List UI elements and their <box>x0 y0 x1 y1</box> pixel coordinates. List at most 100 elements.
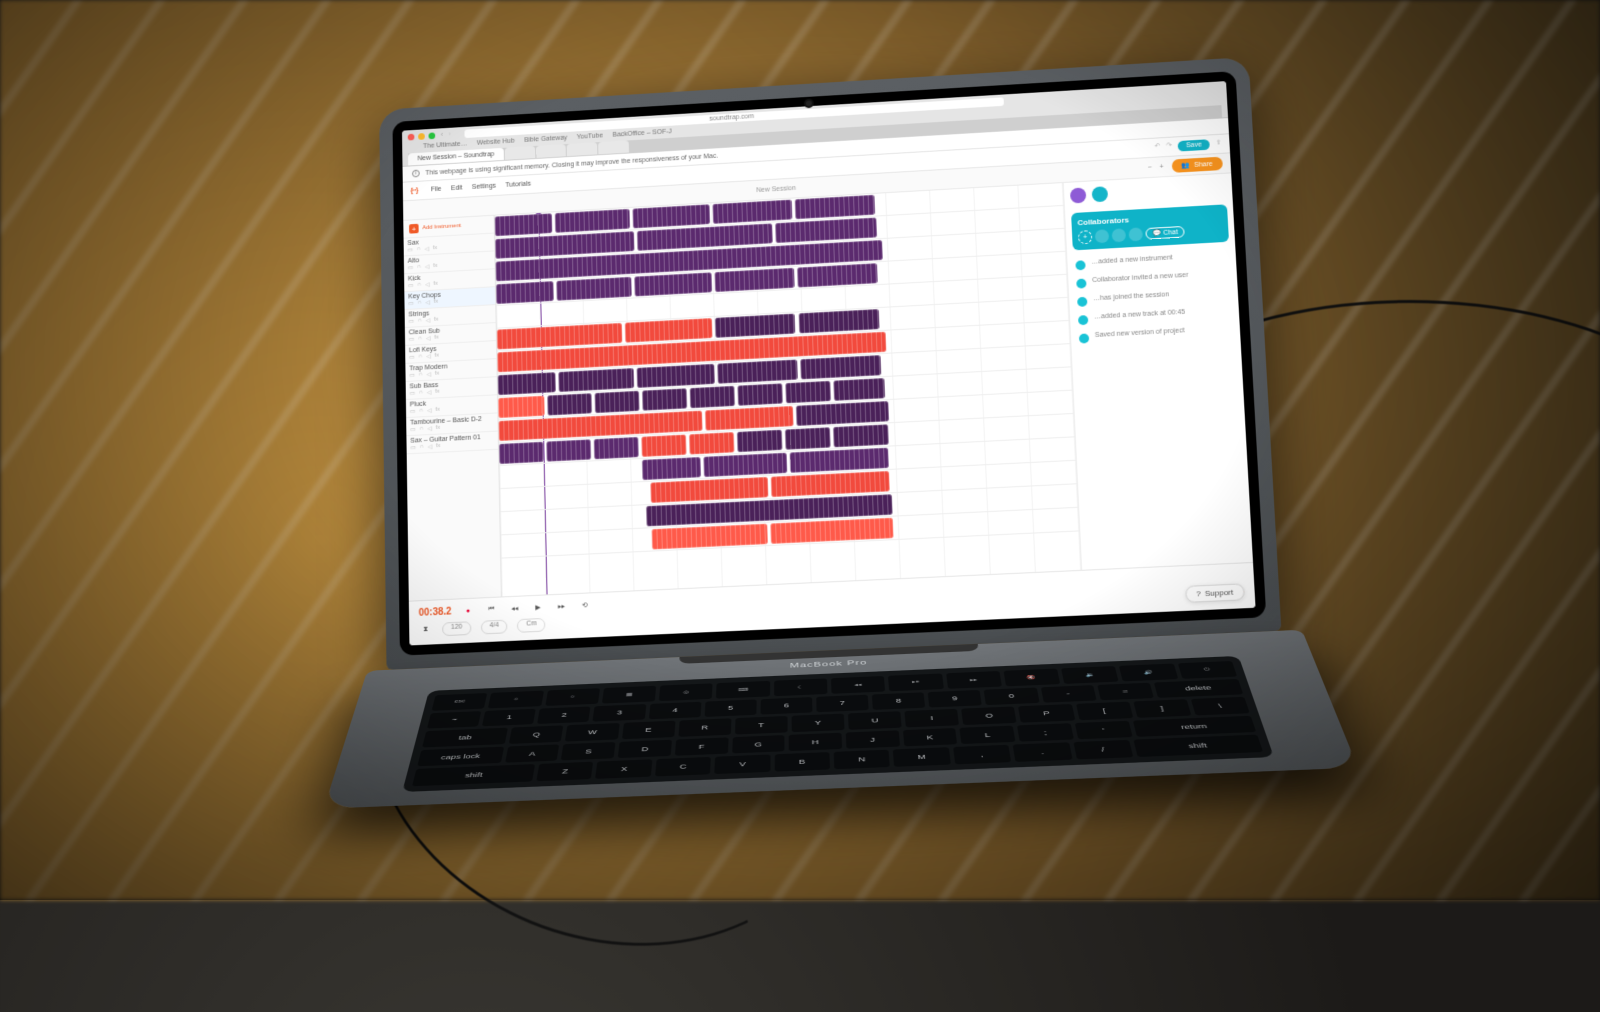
audio-clip[interactable] <box>737 383 783 406</box>
maximize-icon[interactable] <box>428 132 435 139</box>
fx-icon[interactable]: fx <box>434 317 439 324</box>
fx-icon[interactable]: fx <box>434 335 439 342</box>
audio-clip[interactable] <box>717 359 798 383</box>
headphone-icon[interactable]: ∩ <box>418 354 422 361</box>
fx-icon[interactable]: fx <box>433 281 438 288</box>
key-field[interactable]: Cm <box>517 618 545 633</box>
collaborator-avatar[interactable] <box>1095 229 1110 243</box>
volume-icon[interactable]: ◁ <box>428 443 433 450</box>
fx-icon[interactable]: fx <box>436 425 441 432</box>
mute-icon[interactable]: ▭ <box>409 372 415 379</box>
audio-clip[interactable] <box>790 448 889 473</box>
audio-clip[interactable] <box>796 401 889 426</box>
project-title[interactable]: New Session <box>756 185 796 194</box>
nav-fwd-icon[interactable]: › <box>449 131 451 138</box>
volume-icon[interactable]: ◁ <box>426 353 431 360</box>
audio-clip[interactable] <box>556 277 632 301</box>
fx-icon[interactable]: fx <box>434 353 439 360</box>
mute-icon[interactable]: ▭ <box>410 426 416 433</box>
rewind-icon[interactable]: ◂◂ <box>508 601 522 615</box>
headphone-icon[interactable]: ∩ <box>419 408 423 415</box>
export-icon[interactable]: ⇪ <box>1215 139 1221 150</box>
audio-clip[interactable] <box>705 406 794 431</box>
arrange-view[interactable] <box>495 183 1082 596</box>
audio-clip[interactable] <box>495 213 553 236</box>
redo-icon[interactable]: ↷ <box>1166 141 1172 152</box>
fx-icon[interactable]: fx <box>435 407 440 414</box>
audio-clip[interactable] <box>637 364 715 388</box>
mute-icon[interactable]: ▭ <box>409 354 415 361</box>
bookmark-item[interactable]: BackOffice – SOF-J <box>612 128 671 138</box>
fx-icon[interactable]: fx <box>435 389 440 396</box>
volume-icon[interactable]: ◁ <box>426 317 431 324</box>
volume-icon[interactable]: ◁ <box>427 371 432 378</box>
user-avatar[interactable] <box>1070 187 1087 203</box>
audio-clip[interactable] <box>496 281 554 304</box>
audio-clip[interactable] <box>555 209 630 233</box>
loop-icon[interactable]: ⟲ <box>578 598 592 612</box>
audio-clip[interactable] <box>547 393 592 415</box>
audio-clip[interactable] <box>594 437 639 459</box>
audio-clip[interactable] <box>546 439 591 461</box>
audio-clip[interactable] <box>690 386 735 408</box>
volume-icon[interactable]: ◁ <box>427 407 432 414</box>
close-icon[interactable] <box>408 134 415 141</box>
headphone-icon[interactable]: ∩ <box>417 282 421 289</box>
mute-icon[interactable]: ▭ <box>407 247 412 254</box>
audio-clip[interactable] <box>795 195 876 219</box>
undo-icon[interactable]: ↶ <box>1154 142 1160 153</box>
bookmark-item[interactable]: YouTube <box>577 133 603 141</box>
share-button[interactable]: 👥 Share <box>1171 157 1223 173</box>
track-header[interactable]: Sax – Guitar Pattern 01 ▭ ∩ ◁ fx <box>406 432 498 455</box>
fx-icon[interactable]: fx <box>435 371 440 378</box>
mute-icon[interactable]: ▭ <box>410 444 416 451</box>
audio-clip[interactable] <box>715 314 796 338</box>
app-logo[interactable]: {···} <box>410 187 417 194</box>
play-button[interactable]: ▶ <box>531 600 545 614</box>
fx-icon[interactable]: fx <box>436 443 441 450</box>
bpm-field[interactable]: 120 <box>442 621 471 636</box>
volume-icon[interactable]: ◁ <box>426 335 431 342</box>
browser-tab[interactable] <box>536 144 566 158</box>
audio-clip[interactable] <box>632 204 710 228</box>
browser-tab[interactable] <box>567 142 598 156</box>
audio-clip[interactable] <box>703 453 787 477</box>
audio-clip[interactable] <box>797 263 878 287</box>
fx-icon[interactable]: fx <box>433 263 438 270</box>
fx-icon[interactable]: fx <box>433 245 438 252</box>
audio-clip[interactable] <box>714 268 794 292</box>
collaborator-avatar[interactable] <box>1128 227 1143 241</box>
audio-clip[interactable] <box>712 200 792 224</box>
mute-icon[interactable]: ▭ <box>410 390 416 397</box>
menu-tutorials[interactable]: Tutorials <box>505 181 530 189</box>
audio-clip[interactable] <box>625 318 713 343</box>
menu-settings[interactable]: Settings <box>472 183 496 191</box>
fx-icon[interactable]: fx <box>434 299 439 306</box>
forward-icon[interactable]: ▸▸ <box>554 599 568 613</box>
volume-icon[interactable]: ◁ <box>425 281 430 288</box>
save-button[interactable]: Save <box>1178 139 1210 151</box>
audio-clip[interactable] <box>737 430 783 453</box>
headphone-icon[interactable]: ∩ <box>419 426 423 433</box>
audio-clip[interactable] <box>595 391 640 413</box>
mute-icon[interactable]: ▭ <box>408 264 413 271</box>
audio-clip[interactable] <box>499 442 544 464</box>
menu-edit[interactable]: Edit <box>451 185 463 192</box>
zoom-out-icon[interactable]: − <box>1147 164 1151 171</box>
volume-icon[interactable]: ◁ <box>427 389 432 396</box>
headphone-icon[interactable]: ∩ <box>419 372 423 379</box>
add-collaborator-button[interactable]: + <box>1078 230 1093 244</box>
browser-tab[interactable] <box>505 146 535 160</box>
mute-icon[interactable]: ▭ <box>409 336 415 343</box>
audio-clip[interactable] <box>498 372 556 395</box>
browser-tab[interactable] <box>598 140 629 154</box>
audio-clip[interactable] <box>800 355 881 379</box>
record-button[interactable]: ● <box>461 604 475 618</box>
menu-file[interactable]: File <box>431 186 442 193</box>
volume-icon[interactable]: ◁ <box>425 299 430 306</box>
headphone-icon[interactable]: ∩ <box>417 300 421 307</box>
bookmark-item[interactable]: The Ultimate… <box>423 141 467 150</box>
headphone-icon[interactable]: ∩ <box>418 318 422 325</box>
audio-clip[interactable] <box>785 427 831 450</box>
volume-icon[interactable]: ◁ <box>425 246 429 253</box>
